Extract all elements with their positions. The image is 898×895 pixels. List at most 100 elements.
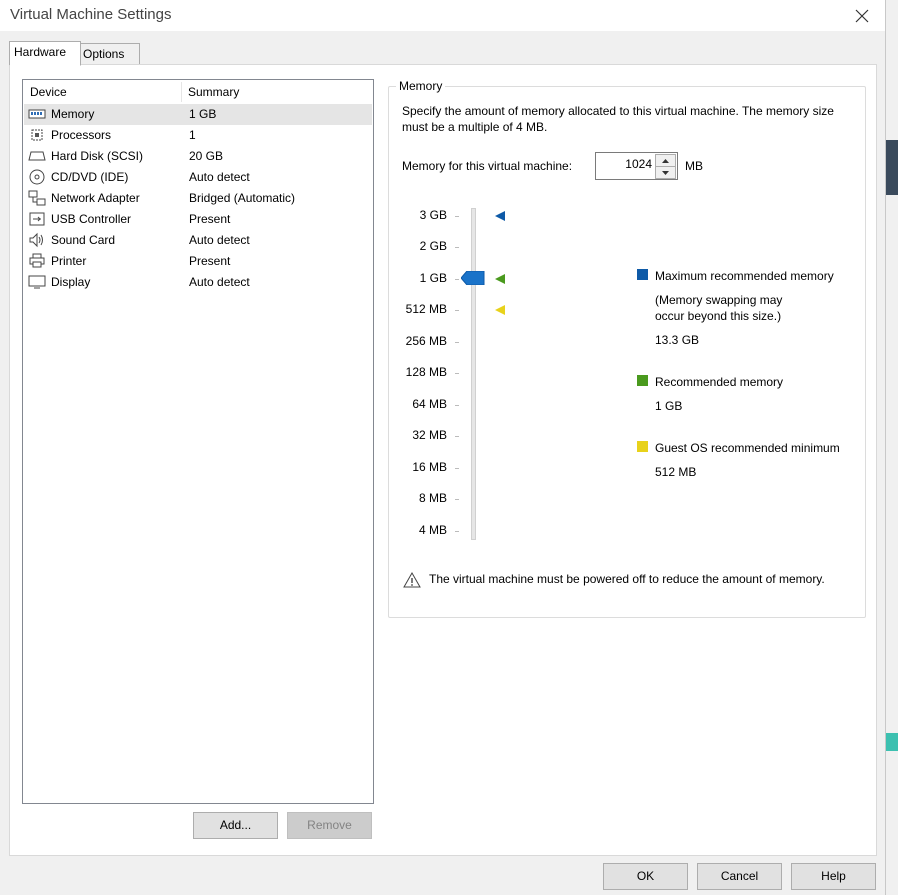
scale-tick	[455, 405, 459, 406]
device-row-hard-disk[interactable]: Hard Disk (SCSI) 20 GB	[24, 146, 372, 167]
scale-label: 3 GB	[419, 208, 447, 222]
memory-field-label: Memory for this virtual machine:	[402, 159, 573, 173]
max-recommended-note: (Memory swapping may occur beyond this s…	[655, 293, 783, 323]
help-button[interactable]: Help	[791, 863, 876, 890]
scale-label: 256 MB	[405, 334, 447, 348]
device-row-cd-dvd[interactable]: CD/DVD (IDE) Auto detect	[24, 167, 372, 188]
guest-min-marker-icon	[495, 305, 505, 315]
device-summary: Auto detect	[189, 233, 250, 247]
device-name: Memory	[51, 107, 95, 121]
tab-options[interactable]: Options	[78, 43, 140, 65]
guest-min-value: 512 MB	[655, 465, 697, 479]
scale-label: 4 MB	[418, 523, 447, 537]
recommended-title: Recommended memory	[655, 375, 784, 389]
recommended-marker-icon	[495, 274, 505, 284]
device-list-header: Device Summary	[23, 80, 373, 104]
remove-device-button[interactable]: Remove	[287, 812, 372, 839]
memory-slider-thumb[interactable]	[461, 271, 485, 285]
memory-icon	[28, 109, 46, 119]
device-row-network-adapter[interactable]: Network Adapter Bridged (Automatic)	[24, 188, 372, 209]
guest-min-swatch	[637, 441, 648, 452]
column-header-summary[interactable]: Summary	[188, 85, 239, 99]
max-recommended-marker-icon	[495, 211, 505, 221]
add-device-button[interactable]: Add...	[193, 812, 278, 839]
scale-tick	[455, 373, 459, 374]
scale-label: 32 MB	[412, 428, 447, 442]
recommended-swatch	[637, 375, 648, 386]
device-name: Sound Card	[51, 233, 116, 247]
scale-label: 128 MB	[405, 365, 447, 379]
device-name: CD/DVD (IDE)	[51, 170, 129, 184]
background-window-strip	[886, 733, 898, 751]
device-row-usb-controller[interactable]: USB Controller Present	[24, 209, 372, 230]
window-title: Virtual Machine Settings	[10, 6, 172, 23]
chevron-down-icon	[662, 170, 669, 175]
tab-hardware[interactable]: Hardware	[9, 41, 81, 66]
close-button[interactable]	[839, 0, 885, 31]
device-summary: Present	[189, 212, 231, 226]
device-row-display[interactable]: Display Auto detect	[24, 272, 372, 293]
speaker-icon	[29, 232, 43, 248]
memory-group-title: Memory	[396, 79, 446, 93]
device-summary: Present	[189, 254, 231, 268]
max-recommended-swatch	[637, 269, 648, 280]
scale-label: 512 MB	[405, 302, 447, 316]
scale-tick	[455, 468, 459, 469]
scale-tick	[455, 499, 459, 500]
device-row-printer[interactable]: Printer Present	[24, 251, 372, 272]
scale-tick	[455, 216, 459, 217]
scale-tick	[455, 247, 459, 248]
hard-disk-icon	[28, 151, 46, 161]
max-recommended-value: 13.3 GB	[655, 333, 700, 347]
device-row-memory[interactable]: Memory 1 GB	[24, 104, 372, 125]
network-adapter-icon	[28, 190, 46, 206]
column-header-device[interactable]: Device	[30, 85, 67, 99]
display-icon	[28, 275, 46, 289]
cd-dvd-icon	[29, 169, 45, 185]
device-name: USB Controller	[51, 212, 132, 226]
max-recommended-title: Maximum recommended memory	[655, 269, 834, 283]
memory-slider-track[interactable]	[471, 208, 476, 540]
device-summary: Auto detect	[189, 275, 250, 289]
device-name: Printer	[51, 254, 87, 268]
memory-spinbox[interactable]: 1024	[595, 152, 678, 180]
title-bar: Virtual Machine Settings	[0, 0, 885, 31]
processor-icon	[31, 129, 43, 141]
device-row-sound-card[interactable]: Sound Card Auto detect	[24, 230, 372, 251]
memory-input[interactable]: 1024	[625, 157, 652, 171]
settings-window: Virtual Machine Settings Hardware Option…	[0, 0, 886, 895]
background-window-edge	[886, 0, 898, 895]
scale-tick	[455, 279, 459, 280]
device-name: Network Adapter	[51, 191, 140, 205]
device-summary: Bridged (Automatic)	[189, 191, 296, 205]
device-summary: 20 GB	[189, 149, 224, 163]
device-summary: Auto detect	[189, 170, 250, 184]
scale-label: 16 MB	[412, 460, 447, 474]
guest-min-title: Guest OS recommended minimum	[655, 441, 840, 455]
memory-unit: MB	[685, 159, 703, 173]
chevron-up-icon	[662, 158, 669, 163]
power-off-warning: The virtual machine must be powered off …	[429, 572, 825, 586]
scale-tick	[455, 342, 459, 343]
device-name: Display	[51, 275, 91, 289]
scale-label: 2 GB	[419, 239, 447, 253]
recommended-value: 1 GB	[655, 399, 683, 413]
close-icon	[855, 9, 869, 22]
scale-tick	[455, 310, 459, 311]
cancel-button[interactable]: Cancel	[697, 863, 782, 890]
device-summary: 1 GB	[189, 107, 217, 121]
printer-icon	[29, 253, 45, 268]
device-summary: 1	[189, 128, 196, 142]
device-name: Processors	[51, 128, 112, 142]
memory-description: Specify the amount of memory allocated t…	[402, 104, 834, 134]
warning-icon	[403, 572, 421, 588]
scale-label: 64 MB	[412, 397, 447, 411]
ok-button[interactable]: OK	[603, 863, 688, 890]
column-separator	[181, 82, 182, 102]
spin-down-button[interactable]	[655, 166, 676, 179]
device-row-processors[interactable]: Processors 1	[24, 125, 372, 146]
scale-label: 1 GB	[419, 271, 447, 285]
device-list[interactable]: Device Summary Memory 1 GB Processors 1 …	[22, 79, 374, 804]
usb-icon	[29, 212, 45, 226]
scale-tick	[455, 531, 459, 532]
